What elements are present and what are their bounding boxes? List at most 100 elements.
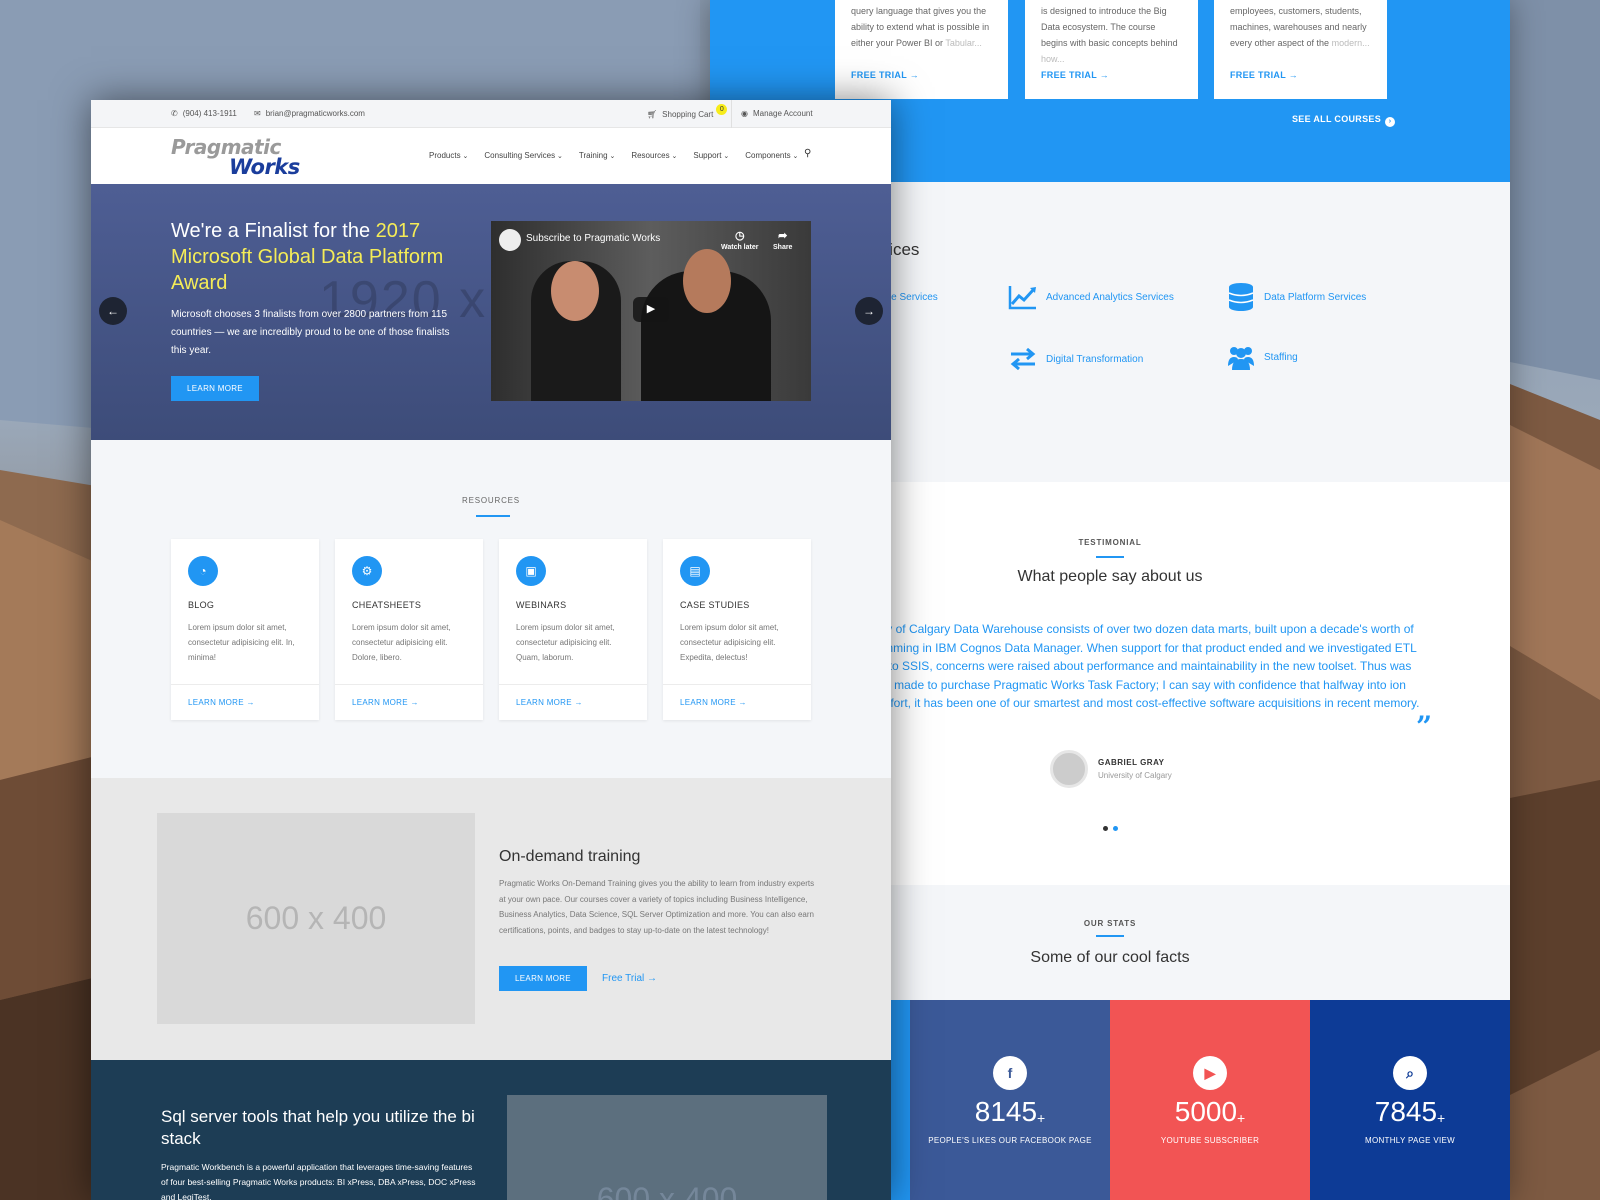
arrow-right-icon: → bbox=[1099, 70, 1109, 80]
free-trial-link[interactable]: FREE TRIAL → bbox=[851, 70, 919, 80]
free-trial-link[interactable]: Free Trial → bbox=[602, 973, 657, 984]
learn-more-link[interactable]: LEARN MORE → bbox=[680, 698, 747, 707]
stat-value: 5000+ bbox=[1174, 1096, 1246, 1127]
hero-learn-more-button[interactable]: LEARN MORE bbox=[171, 376, 259, 401]
divider bbox=[171, 684, 319, 685]
stat-value: 8145+ bbox=[974, 1096, 1046, 1127]
free-trial-link[interactable]: FREE TRIAL → bbox=[1041, 70, 1109, 80]
carousel-dot[interactable] bbox=[1103, 826, 1108, 831]
card-title: CHEATSHEETS bbox=[352, 600, 422, 610]
channel-avatar[interactable] bbox=[499, 229, 521, 251]
watch-later-button[interactable]: ◷ Watch later bbox=[721, 229, 758, 251]
resource-card-case-studies: ▤ CASE STUDIES Lorem ipsum dolor sit ame… bbox=[663, 539, 811, 720]
see-all-courses-link[interactable]: SEE ALL COURSES › bbox=[1292, 114, 1396, 127]
card-title: WEBINARS bbox=[516, 600, 567, 610]
divider bbox=[335, 684, 483, 685]
logo[interactable]: Pragmatic Works bbox=[171, 137, 300, 178]
section-description: Pragmatic Works On-Demand Training gives… bbox=[499, 879, 815, 935]
resource-card-blog: ◔ BLOG Lorem ipsum dolor sit amet, conse… bbox=[171, 539, 319, 720]
arrow-right-icon: → bbox=[909, 70, 919, 80]
video-person-head bbox=[683, 249, 731, 313]
phone-icon: ✆ bbox=[171, 109, 178, 118]
cart-count-badge: 0 bbox=[716, 104, 728, 115]
card-title: CASE STUDIES bbox=[680, 600, 750, 610]
stat-label: MONTHLY PAGE VIEW bbox=[1364, 1136, 1455, 1145]
envelope-icon: ✉ bbox=[254, 109, 261, 118]
arrow-right-icon: → bbox=[647, 973, 658, 984]
slider-next-arrow-icon[interactable]: → bbox=[855, 297, 883, 325]
learn-more-link[interactable]: LEARN MORE → bbox=[188, 698, 255, 707]
stat-facebook: f 8145+ PEOPLE'S LIKES OUR FACEBOOK PAGE bbox=[910, 1000, 1110, 1200]
search-icon: ⌕ bbox=[1393, 1056, 1427, 1090]
testimonial-author: GABRIEL GRAY bbox=[1098, 758, 1165, 767]
divider bbox=[663, 684, 811, 685]
nav-support[interactable]: Support bbox=[693, 151, 729, 160]
service-link-advanced-analytics[interactable]: Advanced Analytics Services bbox=[1008, 284, 1174, 310]
learn-more-link[interactable]: LEARN MORE → bbox=[352, 698, 419, 707]
sql-tools-section: Sql server tools that help you utilize t… bbox=[91, 1060, 891, 1200]
section-description: Pragmatic Workbench is a powerful applic… bbox=[161, 1162, 476, 1200]
video-person-head bbox=[551, 261, 599, 321]
testimonial-quote: y of Calgary Data Warehouse consists of … bbox=[880, 622, 1420, 710]
testimonial-org: University of Calgary bbox=[1098, 771, 1172, 780]
learn-more-button[interactable]: LEARN MORE bbox=[499, 966, 587, 991]
image-placeholder: 600 x 400 bbox=[507, 1095, 827, 1200]
stat-youtube: ▶ 5000+ YOUTUBE SUBSCRIBER bbox=[1110, 1000, 1310, 1200]
manage-account-link[interactable]: ◉ Manage Account bbox=[741, 109, 813, 118]
line-chart-icon bbox=[1008, 284, 1038, 310]
facebook-icon: f bbox=[993, 1056, 1027, 1090]
top-bar: ✆ (904) 413-1911 ✉ brian@pragmaticworks.co… bbox=[91, 100, 891, 128]
cheatsheet-icon: ⚙ bbox=[352, 556, 382, 586]
card-description: Lorem ipsum dolor sit amet, consectetur … bbox=[352, 623, 451, 662]
service-label: Data Platform Services bbox=[1264, 291, 1367, 303]
main-nav: Products Consulting Services Training Re… bbox=[429, 151, 798, 160]
nav-training[interactable]: Training bbox=[579, 151, 615, 160]
database-icon bbox=[1226, 283, 1256, 311]
section-title: Sql server tools that help you utilize t… bbox=[161, 1107, 475, 1148]
cart-icon: 🛒︎ bbox=[647, 110, 658, 119]
stat-value: 7845+ bbox=[1374, 1096, 1446, 1127]
resource-card-webinars: ▣ WEBINARS Lorem ipsum dolor sit amet, c… bbox=[499, 539, 647, 720]
card-description: Lorem ipsum dolor sit amet, consectetur … bbox=[680, 623, 779, 662]
free-trial-link[interactable]: FREE TRIAL → bbox=[1230, 70, 1298, 80]
webinar-icon: ▣ bbox=[516, 556, 546, 586]
resources-eyebrow: RESOURCES bbox=[462, 496, 520, 505]
course-card: is designed to introduce the Big Data ec… bbox=[1025, 0, 1198, 99]
learn-more-link[interactable]: LEARN MORE → bbox=[516, 698, 583, 707]
nav-resources[interactable]: Resources bbox=[631, 151, 677, 160]
slider-prev-arrow-icon[interactable]: ← bbox=[99, 297, 127, 325]
service-link-digital-transformation[interactable]: Digital Transformation bbox=[1008, 346, 1143, 372]
nav-products[interactable]: Products bbox=[429, 151, 468, 160]
email-link[interactable]: ✉ brian@pragmaticworks.com bbox=[254, 109, 365, 118]
exchange-arrows-icon bbox=[1008, 346, 1038, 372]
shopping-cart-link[interactable]: 🛒︎ Shopping Cart 0 bbox=[647, 104, 728, 120]
nav-components[interactable]: Components bbox=[745, 151, 798, 160]
card-title: BLOG bbox=[188, 600, 215, 610]
video-player[interactable]: Subscribe to Pragmatic Works ◷ Watch late… bbox=[491, 221, 811, 401]
service-label: Staffing bbox=[1264, 351, 1298, 363]
quote-mark-icon: ” bbox=[1416, 710, 1433, 743]
arrow-right-icon: → bbox=[574, 698, 583, 707]
play-icon[interactable]: ▶ bbox=[633, 297, 669, 322]
course-desc: is designed to introduce the Big Data ec… bbox=[1041, 6, 1178, 64]
image-placeholder: 600 x 400 bbox=[157, 813, 475, 1024]
arrow-circle-icon: › bbox=[1385, 117, 1396, 127]
phone-link[interactable]: ✆ (904) 413-1911 bbox=[171, 109, 237, 118]
on-demand-training-section: 600 x 400 On-demand training Pragmatic W… bbox=[91, 778, 891, 1060]
stat-label: PEOPLE'S LIKES OUR FACEBOOK PAGE bbox=[928, 1136, 1092, 1145]
nav-consulting-services[interactable]: Consulting Services bbox=[484, 151, 563, 160]
arrow-right-icon: → bbox=[246, 698, 255, 707]
divider bbox=[476, 515, 510, 517]
rss-icon: ◔ bbox=[188, 556, 218, 586]
arrow-right-icon: → bbox=[738, 698, 747, 707]
carousel-dot-active[interactable] bbox=[1113, 826, 1118, 831]
share-button[interactable]: ➦ Share bbox=[773, 229, 792, 251]
service-link-data-platform[interactable]: Data Platform Services bbox=[1226, 283, 1367, 311]
search-icon[interactable]: ⚲ bbox=[804, 148, 811, 159]
course-desc: query language that gives you the abilit… bbox=[851, 6, 990, 48]
hero-slider: 1920 x We're a Finalist for the 2017 Mic… bbox=[91, 184, 891, 440]
service-link-staffing[interactable]: Staffing bbox=[1226, 344, 1298, 370]
card-description: Lorem ipsum dolor sit amet, consectetur … bbox=[188, 623, 295, 662]
video-title[interactable]: Subscribe to Pragmatic Works bbox=[526, 233, 660, 244]
section-title: On-demand training bbox=[499, 848, 641, 865]
